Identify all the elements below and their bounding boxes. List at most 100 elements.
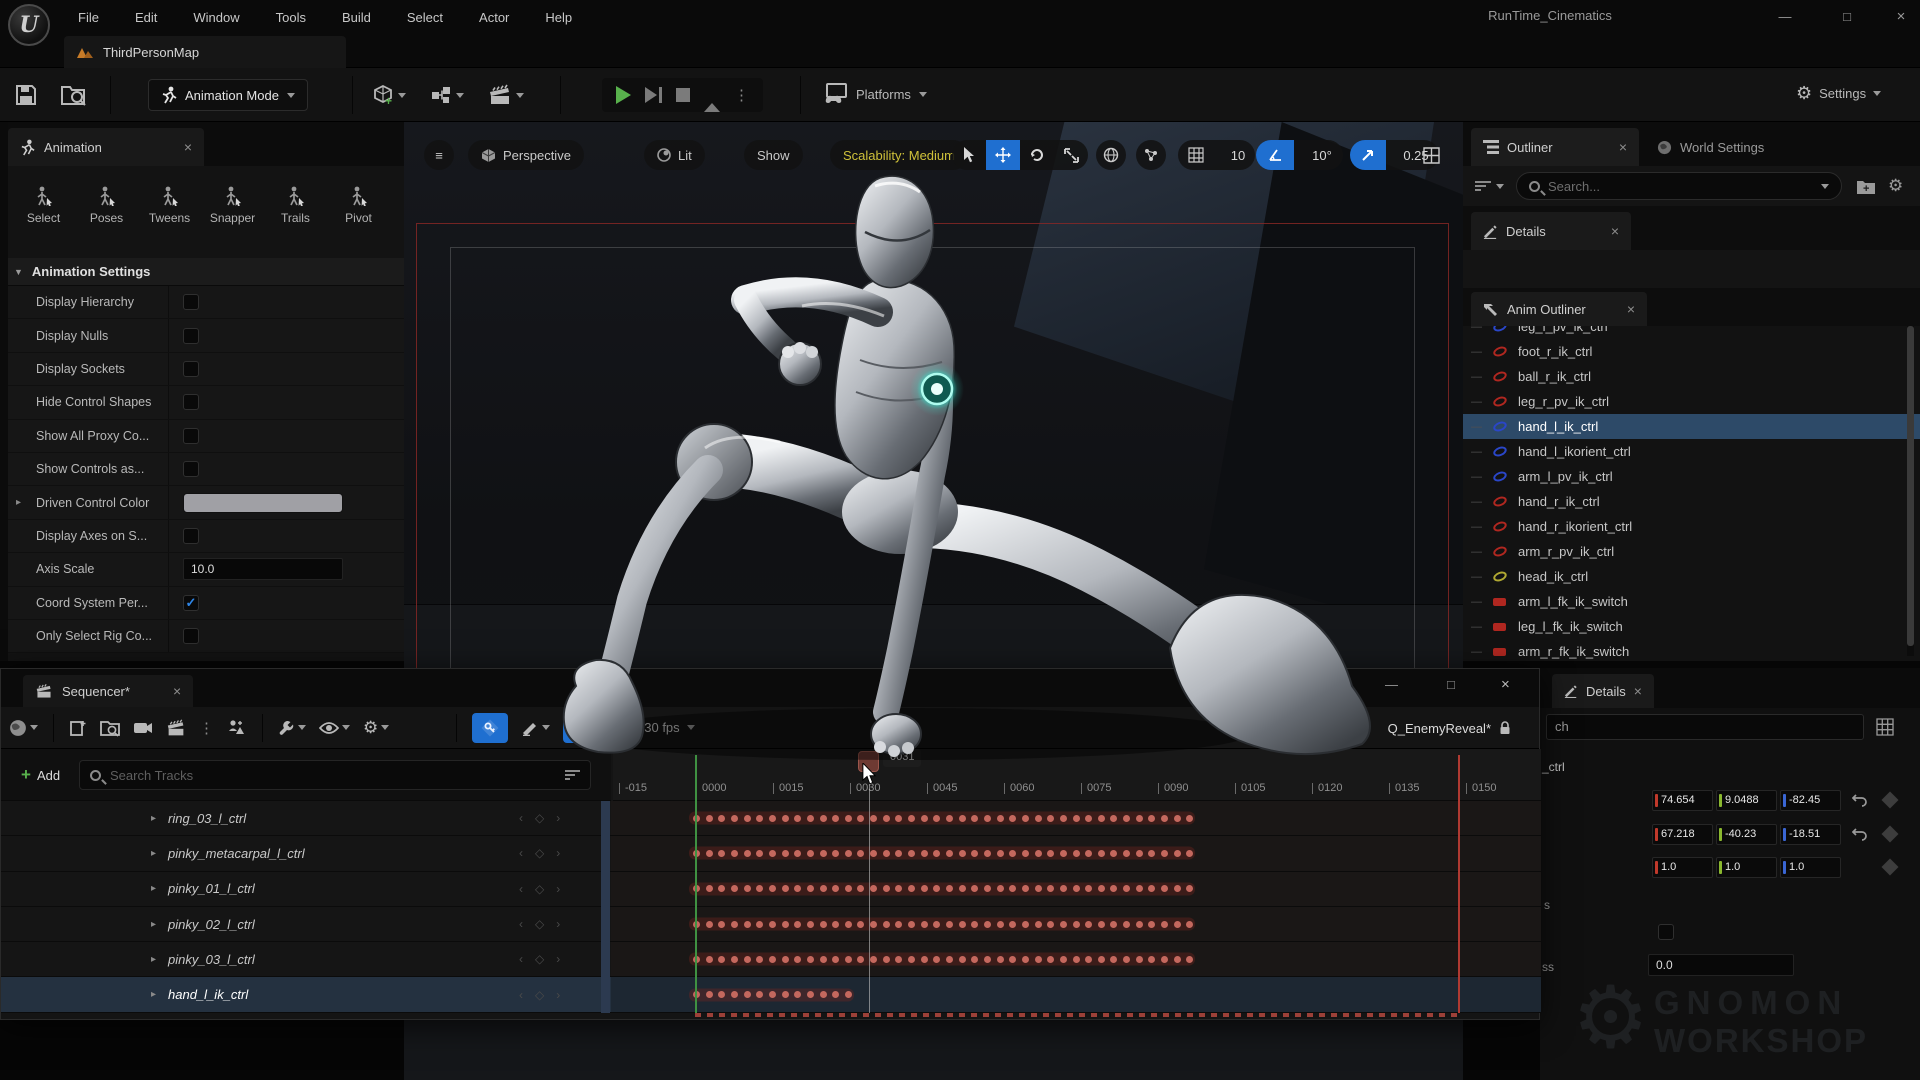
menu-tools[interactable]: Tools — [262, 6, 320, 29]
prev-key-icon[interactable]: ‹ — [519, 952, 523, 966]
keyframe-dot[interactable] — [731, 815, 738, 822]
keyframe-dot[interactable] — [1047, 956, 1054, 963]
sequencer-close-button[interactable]: × — [1501, 676, 1510, 693]
track-header[interactable]: ▸ring_03_l_ctrl‹◇› — [1, 801, 611, 835]
surface-snapping-toggle[interactable] — [1136, 140, 1166, 170]
next-key-icon[interactable]: › — [556, 811, 560, 825]
next-key-icon[interactable]: › — [556, 917, 560, 931]
anim-outliner-item[interactable]: —ball_r_ik_ctrl — [1463, 364, 1920, 389]
rotation-snap-control[interactable]: 10° — [1256, 140, 1343, 170]
keyframe-dot[interactable] — [1022, 850, 1029, 857]
keyframe-dot[interactable] — [1035, 815, 1042, 822]
add-key-icon[interactable]: ◇ — [535, 988, 544, 1002]
keyframe-dot[interactable] — [744, 956, 751, 963]
add-key-icon[interactable]: ◇ — [535, 811, 544, 825]
keyframe-dot[interactable] — [1085, 921, 1092, 928]
anim-outliner-item[interactable]: —leg_l_fk_ik_switch — [1463, 614, 1920, 639]
track-row-pinky_03_l_ctrl[interactable]: ▸pinky_03_l_ctrl‹◇› — [1, 942, 1541, 977]
gear-icon[interactable]: ⚙ — [1888, 176, 1903, 196]
anim-outliner-item[interactable]: —hand_l_ikorient_ctrl — [1463, 439, 1920, 464]
keyframe-dot[interactable] — [997, 885, 1004, 892]
chevron-right-icon[interactable]: ▸ — [151, 848, 156, 859]
keyframe-dot[interactable] — [1174, 850, 1181, 857]
anim-outliner-item[interactable]: —arm_r_pv_ik_ctrl — [1463, 539, 1920, 564]
keyframe-dot[interactable] — [1174, 956, 1181, 963]
playback-settings-dropdown[interactable]: ⚙ — [363, 718, 389, 738]
move-tool-button[interactable] — [986, 140, 1020, 170]
keyframe-dot[interactable] — [883, 921, 890, 928]
prev-key-icon[interactable]: ‹ — [519, 811, 523, 825]
menu-build[interactable]: Build — [328, 6, 385, 29]
outliner-search-input[interactable]: Search... — [1516, 172, 1842, 200]
keyframe-dot[interactable] — [756, 921, 763, 928]
rotate-tool-button[interactable] — [1020, 140, 1054, 170]
keyframe-dot[interactable] — [1073, 956, 1080, 963]
value-box[interactable]: 1.0 — [1780, 857, 1841, 878]
value-box[interactable]: -40.23 — [1716, 824, 1777, 845]
track-timeline[interactable] — [611, 942, 1541, 976]
platforms-dropdown[interactable]: Platforms — [822, 82, 927, 106]
keyframe-dot[interactable] — [1161, 921, 1168, 928]
keyframe-dot[interactable] — [731, 956, 738, 963]
add-content-dropdown[interactable]: + — [372, 84, 406, 106]
keyframe-dot[interactable] — [883, 850, 890, 857]
keyframe-dot[interactable] — [984, 850, 991, 857]
keyframe-dot[interactable] — [971, 815, 978, 822]
keyframe-dot[interactable] — [744, 815, 751, 822]
track-timeline[interactable] — [611, 801, 1541, 835]
anim-outliner-item[interactable]: —arm_r_fk_ik_switch — [1463, 639, 1920, 661]
chevron-right-icon[interactable]: ▸ — [151, 813, 156, 824]
prev-key-icon[interactable]: ‹ — [519, 846, 523, 860]
menu-edit[interactable]: Edit — [121, 6, 171, 29]
keyframe-diamond-icon[interactable] — [1882, 859, 1899, 876]
menu-help[interactable]: Help — [531, 6, 586, 29]
create-asset-button[interactable] — [69, 719, 87, 737]
tab-details-bottom[interactable]: Details × — [1552, 674, 1654, 708]
keyframe-dot[interactable] — [794, 815, 801, 822]
value-box[interactable]: 9.0488 — [1716, 790, 1777, 811]
close-icon[interactable]: × — [1611, 223, 1619, 239]
track-row-ring_03_l_ctrl[interactable]: ▸ring_03_l_ctrl‹◇› — [1, 801, 1541, 836]
save-button[interactable] — [14, 83, 38, 107]
blueprints-dropdown[interactable] — [430, 84, 464, 106]
filter-icon[interactable] — [565, 768, 580, 782]
keyframe-dot[interactable] — [959, 956, 966, 963]
keyframe-dot[interactable] — [1161, 956, 1168, 963]
details-checkbox[interactable] — [1658, 924, 1674, 940]
anim-outliner-item[interactable]: —arm_l_pv_ik_ctrl — [1463, 464, 1920, 489]
track-scroll-strip[interactable] — [601, 801, 610, 1013]
track-row-pinky_02_l_ctrl[interactable]: ▸pinky_02_l_ctrl‹◇› — [1, 907, 1541, 942]
keyframe-dot[interactable] — [782, 956, 789, 963]
keyframe-dot[interactable] — [820, 921, 827, 928]
keyframe-dot[interactable] — [1186, 815, 1193, 822]
setting-checkbox[interactable] — [183, 628, 199, 644]
keyframe-dot[interactable] — [1060, 815, 1067, 822]
keyframe-dot[interactable] — [870, 815, 877, 822]
keyframe-dot[interactable] — [1098, 815, 1105, 822]
track-header[interactable]: ▸pinky_02_l_ctrl‹◇› — [1, 907, 611, 941]
prev-key-icon[interactable]: ‹ — [519, 988, 523, 1002]
track-header[interactable]: ▸hand_l_ik_ctrl‹◇› — [1, 977, 611, 1011]
keyframe-dot[interactable] — [731, 921, 738, 928]
keyframe-dot[interactable] — [820, 850, 827, 857]
menu-file[interactable]: File — [64, 6, 113, 29]
chevron-right-icon[interactable]: ▸ — [151, 919, 156, 930]
tab-sequencer[interactable]: Sequencer* × — [23, 675, 193, 707]
keyframe-dot[interactable] — [1123, 815, 1130, 822]
close-icon[interactable]: × — [184, 139, 192, 155]
keyframe-dot[interactable] — [845, 991, 852, 998]
track-row-hand_l_ik_ctrl[interactable]: ▸hand_l_ik_ctrl‹◇› — [1, 977, 1541, 1012]
next-key-icon[interactable]: › — [556, 952, 560, 966]
keyframe-dot[interactable] — [1098, 956, 1105, 963]
eject-button[interactable] — [704, 88, 720, 103]
snap-options-menu[interactable]: ⋮ — [616, 719, 631, 737]
keyframe-dot[interactable] — [820, 956, 827, 963]
anim-outliner-item[interactable]: —head_ik_ctrl — [1463, 564, 1920, 589]
keyframe-dot[interactable] — [832, 956, 839, 963]
display-grid-icon[interactable] — [1876, 718, 1894, 736]
search-tracks-input[interactable]: Search Tracks — [79, 760, 591, 790]
viewport-options-menu[interactable]: ≡ — [424, 140, 454, 170]
anim-outliner-item[interactable]: —foot_r_ik_ctrl — [1463, 339, 1920, 364]
keyframe-dot[interactable] — [1022, 956, 1029, 963]
fps-dropdown[interactable]: 30 fps — [644, 720, 694, 735]
